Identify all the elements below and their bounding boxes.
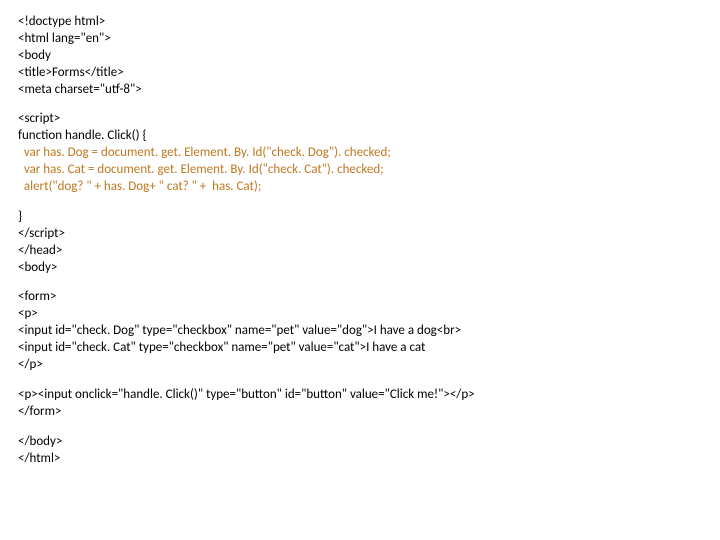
code-line xyxy=(18,421,702,434)
code-line: </form> xyxy=(18,404,702,421)
code-line: </p> xyxy=(18,357,702,374)
code-line: <script> xyxy=(18,111,702,128)
code-line: <!doctype html> xyxy=(18,14,702,31)
code-line: <p> xyxy=(18,306,702,323)
code-line: } xyxy=(18,209,702,226)
code-line: <body> xyxy=(18,260,702,277)
code-listing: <!doctype html><html lang="en"><body<tit… xyxy=(0,0,720,481)
code-line xyxy=(18,98,702,111)
code-line: </script> xyxy=(18,226,702,243)
code-line: <html lang="en"> xyxy=(18,31,702,48)
code-line xyxy=(18,196,702,209)
code-line: alert("dog? " + has. Dog+ " cat? " + has… xyxy=(18,179,702,196)
code-line: <p><input onclick="handle. Click()" type… xyxy=(18,387,702,404)
code-line xyxy=(18,276,702,289)
code-line: <input id="check. Dog" type="checkbox" n… xyxy=(18,323,702,340)
code-line: function handle. Click() { xyxy=(18,128,702,145)
code-line: </body> xyxy=(18,434,702,451)
code-line: <form> xyxy=(18,289,702,306)
code-line: <meta charset="utf-8"> xyxy=(18,82,702,99)
code-line: <title>Forms</title> xyxy=(18,65,702,82)
code-line: var has. Cat = document. get. Element. B… xyxy=(18,162,702,179)
code-line xyxy=(18,374,702,387)
code-line: <input id="check. Cat" type="checkbox" n… xyxy=(18,340,702,357)
code-line: </head> xyxy=(18,243,702,260)
code-line: <body xyxy=(18,48,702,65)
code-line: </html> xyxy=(18,451,702,468)
code-line: var has. Dog = document. get. Element. B… xyxy=(18,145,702,162)
